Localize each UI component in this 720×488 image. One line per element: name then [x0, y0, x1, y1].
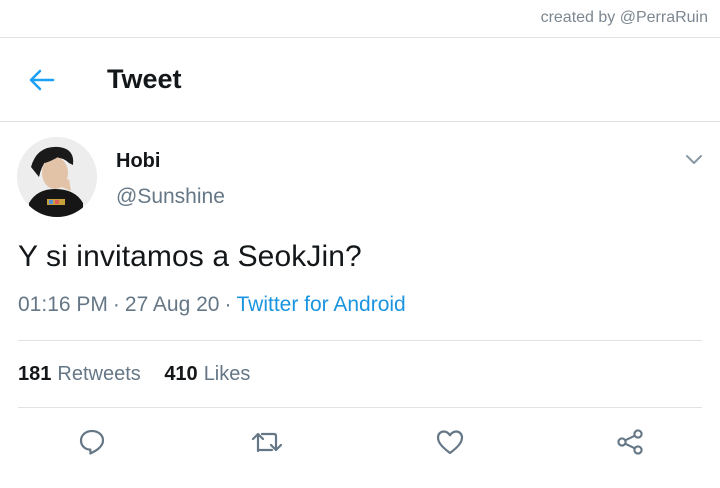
likes-label: Likes	[203, 363, 251, 385]
meta-separator: ·	[112, 293, 120, 316]
chevron-down-icon	[686, 155, 702, 164]
likes-stat[interactable]: 410 Likes	[164, 363, 250, 385]
tweet-stats: 181 Retweets 410 Likes	[18, 363, 268, 386]
like-icon	[436, 430, 464, 455]
tweet-text: Y si invitamos a SeokJin?	[18, 240, 362, 273]
avatar-image	[17, 137, 97, 217]
tweet-date: 27 Aug 20	[124, 293, 220, 316]
retweet-button[interactable]	[245, 420, 289, 464]
share-button[interactable]	[608, 420, 652, 464]
reply-button[interactable]	[70, 420, 114, 464]
like-button[interactable]	[428, 420, 472, 464]
retweets-count: 181	[18, 363, 52, 385]
retweets-stat[interactable]: 181 Retweets	[18, 363, 141, 385]
back-button[interactable]	[22, 60, 62, 100]
app-header: Tweet	[0, 38, 720, 122]
retweets-label: Retweets	[57, 363, 141, 385]
share-icon	[617, 429, 643, 455]
tweet-time: 01:16 PM	[18, 293, 108, 316]
meta-separator: ·	[224, 293, 232, 316]
page-title: Tweet	[107, 64, 182, 94]
user-handle[interactable]: @Sunshine	[116, 185, 225, 209]
retweet-icon	[251, 432, 283, 453]
tweet-source-link[interactable]: Twitter for Android	[236, 293, 405, 316]
divider	[18, 407, 702, 408]
tweet-meta: 01:16 PM · 27 Aug 20 · Twitter for Android	[18, 293, 406, 317]
back-arrow-icon	[29, 69, 55, 91]
tweet-actions	[0, 420, 720, 464]
tweet-options-button[interactable]	[680, 148, 708, 172]
credit-text: created by @PerraRuin	[540, 9, 708, 26]
avatar[interactable]	[17, 137, 97, 217]
display-name[interactable]: Hobi	[116, 150, 160, 173]
reply-icon	[79, 429, 105, 455]
likes-count: 410	[164, 363, 198, 385]
credit-bar: created by @PerraRuin	[0, 0, 720, 38]
divider	[18, 340, 702, 341]
